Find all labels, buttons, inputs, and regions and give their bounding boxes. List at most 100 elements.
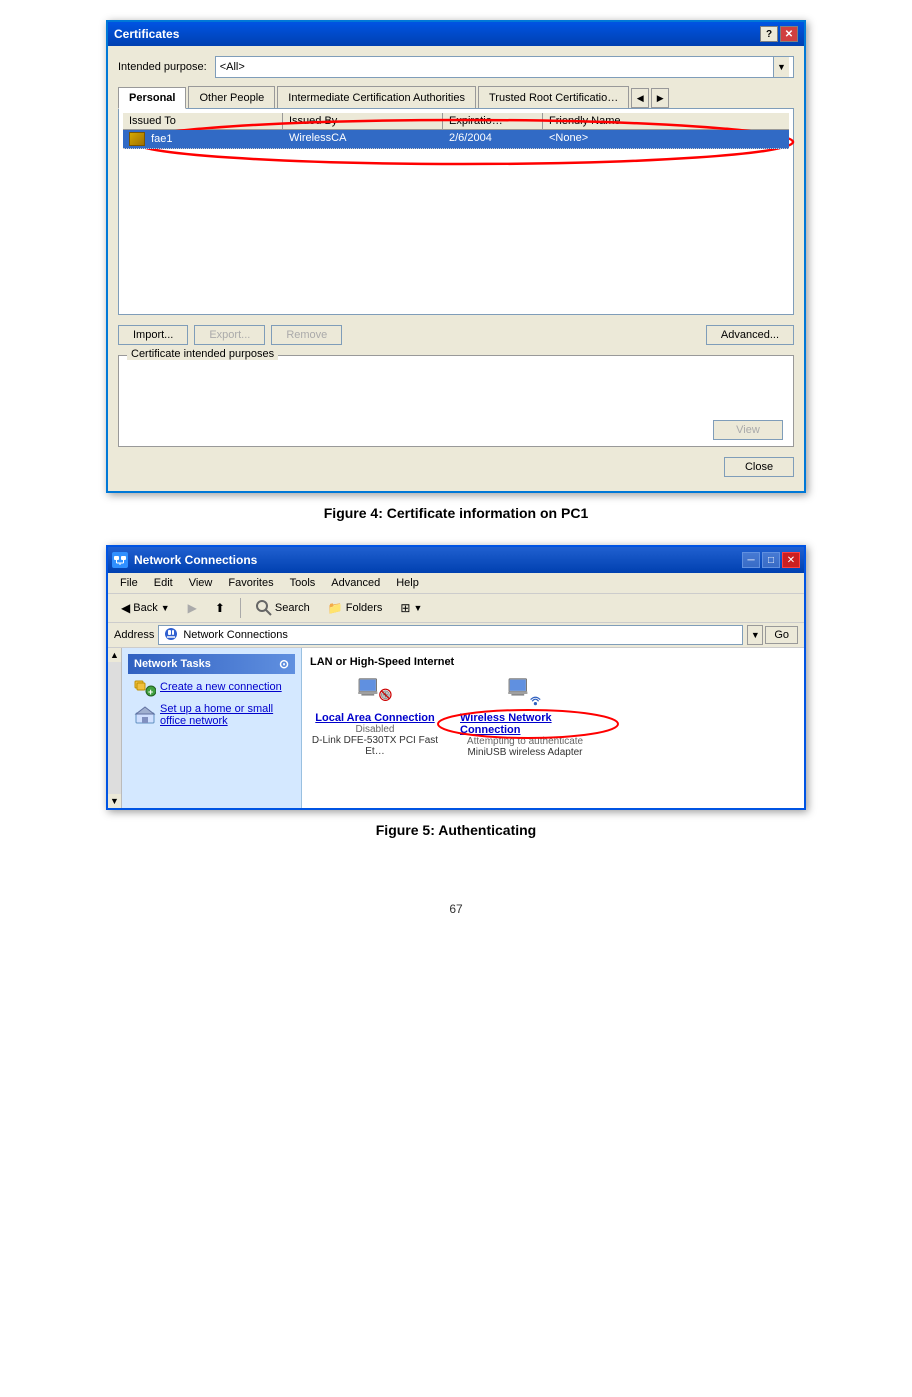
view-button[interactable]: View [713,420,783,440]
up-icon: ⬆ [215,601,225,615]
network-items: Local Area Connection Disabled D-Link DF… [310,676,796,758]
view-btn-row: View [125,420,787,440]
menu-bar: File Edit View Favorites Tools Advanced … [108,573,804,594]
address-dropdown-arrow[interactable]: ▼ [747,625,763,645]
back-button[interactable]: ◀ Back ▼ [114,598,177,618]
wireless-connection-desc: MiniUSB wireless Adapter [467,747,582,758]
tab-other-people[interactable]: Other People [188,86,275,108]
up-button[interactable]: ⬆ [208,598,232,618]
local-area-connection-item[interactable]: Local Area Connection Disabled D-Link DF… [310,676,440,758]
dialog-titlebar: Certificates ? ✕ [108,22,804,46]
create-connection-icon: + [134,677,156,697]
cert-friendly-name: <None> [543,130,789,148]
views-dropdown-icon: ▼ [413,603,422,613]
intended-purpose-value: <All> [220,61,245,73]
address-label: Address [114,629,154,641]
address-icon [163,626,179,645]
views-button[interactable]: ⊞ ▼ [393,598,429,618]
local-area-connection-status: Disabled [356,724,395,735]
intended-purpose-row: Intended purpose: <All> ▼ [118,56,794,78]
intended-purpose-label: Intended purpose: [118,61,207,73]
menu-help[interactable]: Help [388,575,427,591]
tab-personal[interactable]: Personal [118,87,186,109]
back-dropdown-icon: ▼ [161,603,170,613]
import-button[interactable]: Import... [118,325,188,345]
titlebar-buttons: ? ✕ [760,26,798,42]
explorer-sidebar: Network Tasks ⊙ + Create a new connectio… [122,648,302,808]
address-input[interactable]: Network Connections [158,625,743,645]
maximize-button[interactable]: □ [762,552,780,568]
explorer-main: LAN or High-Speed Internet [302,648,804,808]
local-area-connection-name: Local Area Connection [315,712,434,724]
sidebar-link-create[interactable]: + Create a new connection [128,674,295,700]
wireless-connection-icon [505,676,545,712]
advanced-button[interactable]: Advanced... [706,325,794,345]
address-value: Network Connections [183,629,288,641]
views-icon: ⊞ [400,601,410,615]
col-issued-by: Issued By [283,113,443,129]
sidebar-scrollbar[interactable]: ▲ ▼ [108,648,122,808]
toolbar: ◀ Back ▼ ▶ ⬆ Search 📁 Folders [108,594,804,623]
cert-expiration: 2/6/2004 [443,130,543,148]
back-icon: ◀ [121,601,130,615]
cert-list-body: fae1 WirelessCA 2/6/2004 <None> [123,130,789,310]
go-button[interactable]: Go [765,626,798,644]
forward-icon: ▶ [188,601,197,615]
tab-trusted-root[interactable]: Trusted Root Certificatio… [478,86,629,108]
col-issued-to: Issued To [123,113,283,129]
toolbar-sep1 [240,598,241,618]
menu-tools[interactable]: Tools [282,575,324,591]
tab-scroll-left[interactable]: ◀ [631,88,649,108]
sidebar-section-header[interactable]: Network Tasks ⊙ [128,654,295,674]
col-expiration: Expiratio… [443,113,543,129]
close-button[interactable]: Close [724,457,794,477]
tab-scroll-right[interactable]: ▶ [651,88,669,108]
export-button[interactable]: Export... [194,325,265,345]
cert-issued-by: WirelessCA [283,130,443,148]
folders-icon: 📁 [328,601,343,615]
forward-button[interactable]: ▶ [181,598,204,618]
tabs-row: Personal Other People Intermediate Certi… [118,86,794,108]
explorer-content: ▲ ▼ Network Tasks ⊙ + Create a [108,648,804,808]
dropdown-arrow-icon: ▼ [773,57,789,77]
titlebar-close-button[interactable]: ✕ [780,26,798,42]
menu-file[interactable]: File [112,575,146,591]
col-friendly-name: Friendly Name [543,113,789,129]
folders-button[interactable]: 📁 Folders [321,598,390,618]
home-network-icon [134,705,156,725]
sidebar-link-home[interactable]: Set up a home or small office network [128,700,295,730]
intended-purpose-dropdown[interactable]: <All> ▼ [215,56,794,78]
page-number: 67 [449,902,462,916]
dialog-body: Intended purpose: <All> ▼ Personal Other… [108,46,804,491]
figure5-caption: Figure 5: Authenticating [376,822,536,838]
close-btn-row: Close [118,457,794,481]
cert-purposes-label: Certificate intended purposes [127,348,278,360]
search-button[interactable]: Search [249,597,317,619]
svg-text:+: + [148,687,153,697]
remove-button[interactable]: Remove [271,325,342,345]
figure4-caption: Figure 4: Certificate information on PC1 [324,505,588,521]
explorer-titlebar: Network Connections ─ □ ✕ [108,547,804,573]
wireless-connection-item[interactable]: Wireless Network Connection Attempting t… [460,676,590,758]
menu-edit[interactable]: Edit [146,575,181,591]
minimize-button[interactable]: ─ [742,552,760,568]
cert-issued-to: fae1 [123,130,283,148]
cert-list-empty [123,149,789,309]
network-connections-icon [112,552,128,568]
wireless-status-container: Wireless Network Connection [460,712,590,736]
help-button[interactable]: ? [760,26,778,42]
tab-intermediate-ca[interactable]: Intermediate Certification Authorities [277,86,476,108]
explorer-close-button[interactable]: ✕ [782,552,800,568]
dialog-title: Certificates [114,27,179,41]
search-icon [256,600,272,616]
explorer-title: Network Connections [134,553,257,567]
menu-view[interactable]: View [181,575,221,591]
cert-purposes-body [125,370,787,420]
menu-advanced[interactable]: Advanced [323,575,388,591]
certificates-dialog: Certificates ? ✕ Intended purpose: <All>… [106,20,806,493]
cert-row[interactable]: fae1 WirelessCA 2/6/2004 <None> [123,130,789,149]
wireless-connection-status: Attempting to authenticate [467,736,583,747]
sidebar-collapse-icon: ⊙ [279,657,289,671]
network-connections-window: Network Connections ─ □ ✕ File Edit View… [106,545,806,810]
menu-favorites[interactable]: Favorites [220,575,281,591]
